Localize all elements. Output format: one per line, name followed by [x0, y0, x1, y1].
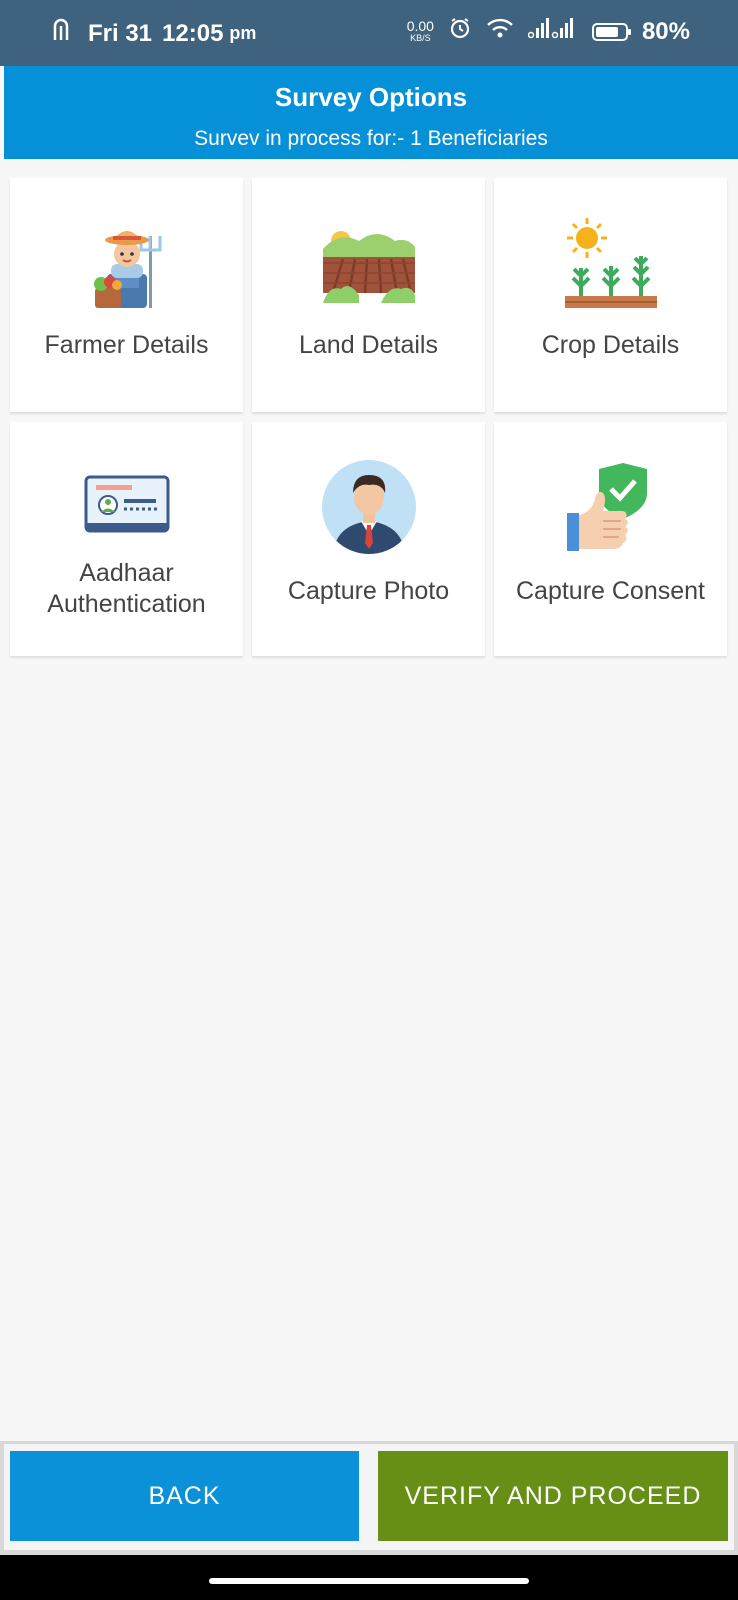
wifi-icon — [486, 17, 514, 46]
land-icon — [319, 214, 419, 314]
survey-options-grid: Farmer Details Land Details Crop Details… — [10, 178, 728, 656]
network-speed: 0.00 KB/S — [406, 17, 434, 44]
crop-icon — [561, 214, 661, 314]
status-right: 0.00 KB/S 80% — [407, 16, 690, 47]
alarm-icon — [448, 16, 472, 47]
status-ampm: pm — [229, 23, 257, 43]
capture-photo-label: Capture Photo — [287, 577, 450, 605]
status-date: Fri 31 — [88, 19, 153, 47]
status-bar: Fri 31 12:05 pm 0.00 KB/S 80% — [0, 0, 738, 66]
system-nav-bar — [0, 1555, 738, 1600]
page-subtitle: Survev in process for:- 1 Beneficiaries — [194, 127, 548, 150]
crop-details-card[interactable]: Crop Details — [494, 178, 727, 412]
page-header: Survey Options Survev in process for:- 1… — [4, 66, 738, 159]
aadhaar-authentication-label: Aadhaar Authentication — [47, 559, 206, 618]
bottom-action-bar: BACK VERIFY AND PROCEED — [0, 1441, 738, 1555]
capture-consent-label: Capture Consent — [515, 577, 705, 605]
person-photo-icon — [320, 458, 418, 556]
status-left: Fri 31 12:05 pm — [52, 18, 256, 49]
battery-level: 80% — [641, 17, 690, 45]
crop-details-label: Crop Details — [541, 331, 680, 359]
signal-icon — [527, 17, 578, 46]
thumbs-up-shield-icon — [561, 458, 661, 556]
verify-and-proceed-button[interactable]: VERIFY AND PROCEED — [378, 1451, 728, 1541]
land-details-card[interactable]: Land Details — [252, 178, 485, 412]
farmer-details-label: Farmer Details — [44, 331, 209, 359]
battery-icon — [591, 22, 631, 41]
bottom-action-inner: BACK VERIFY AND PROCEED — [4, 1444, 734, 1550]
land-details-label: Land Details — [299, 331, 438, 359]
notification-icon — [52, 18, 74, 49]
page-title: Survey Options — [274, 82, 468, 112]
farmer-details-card[interactable]: Farmer Details — [10, 178, 243, 412]
status-time: 12:05 — [162, 19, 224, 47]
farmer-icon — [77, 214, 177, 314]
aadhaar-authentication-card[interactable]: Aadhaar Authentication — [10, 422, 243, 656]
net-speed-value: 0.00 — [406, 17, 434, 34]
capture-photo-card[interactable]: Capture Photo — [252, 422, 485, 656]
net-speed-unit: KB/S — [410, 32, 431, 43]
home-gesture-handle[interactable] — [209, 1578, 529, 1584]
id-card-icon — [77, 464, 177, 544]
back-button[interactable]: BACK — [10, 1451, 359, 1541]
capture-consent-card[interactable]: Capture Consent — [494, 422, 727, 656]
